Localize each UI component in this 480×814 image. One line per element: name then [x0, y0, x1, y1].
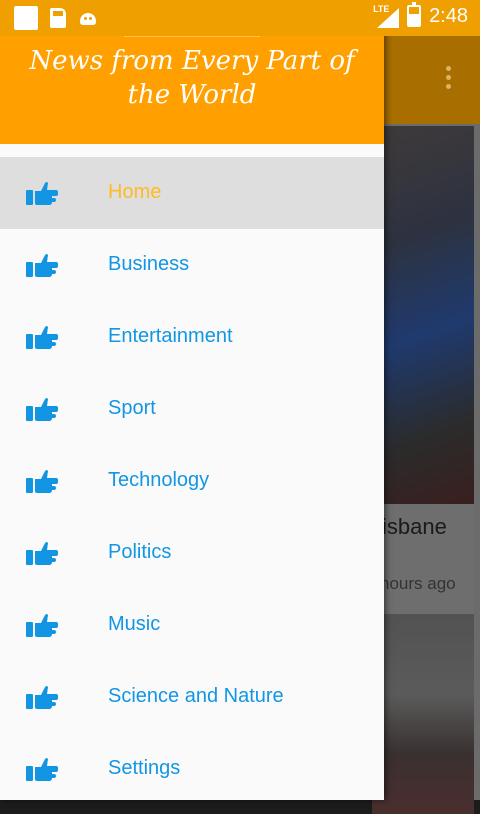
drawer-item-label: Entertainment: [108, 325, 233, 347]
news-headline: isbane: [382, 514, 447, 539]
thumbs-up-icon: [26, 469, 58, 493]
drawer-item-home[interactable]: Home: [0, 157, 384, 229]
drawer-item-technology[interactable]: Technology: [0, 445, 384, 517]
drawer-menu: Home Business Entertainment Sport Technology…: [0, 157, 384, 805]
clock: 2:48: [429, 4, 468, 27]
navigation-drawer: News from Every Part of the World Home Bu…: [0, 0, 384, 800]
drawer-item-settings[interactable]: Settings: [0, 733, 384, 805]
drawer-item-label: Business: [108, 253, 190, 275]
news-card-image-2[interactable]: [372, 614, 474, 814]
header-divider: [124, 36, 260, 37]
drawer-item-politics[interactable]: Politics: [0, 517, 384, 589]
android-icon: [78, 8, 98, 28]
drawer-item-label: Settings: [108, 757, 181, 779]
thumbs-up-icon: [26, 613, 58, 637]
drawer-item-label: Science and Nature: [108, 685, 284, 707]
thumbs-up-icon: [26, 325, 58, 349]
drawer-item-label: Sport: [108, 397, 156, 419]
drawer-item-label: Home: [108, 181, 162, 203]
drawer-item-entertainment[interactable]: Entertainment: [0, 301, 384, 373]
notification-icon: [14, 6, 38, 30]
signal-icon: LTE: [373, 4, 400, 28]
thumbs-up-icon: [26, 757, 58, 781]
sd-card-icon: [50, 8, 66, 28]
drawer-item-label: Politics: [108, 541, 172, 563]
thumbs-up-icon: [26, 253, 58, 277]
drawer-item-sport[interactable]: Sport: [0, 373, 384, 445]
drawer-item-label: Music: [108, 613, 161, 635]
thumbs-up-icon: [26, 685, 58, 709]
news-card-image[interactable]: [372, 126, 474, 504]
thumbs-up-icon: [26, 181, 58, 205]
drawer-title: News from Every Part of the World: [29, 46, 355, 110]
drawer-item-music[interactable]: Music: [0, 589, 384, 661]
news-age: hours ago: [380, 574, 456, 593]
overflow-menu-icon[interactable]: [446, 66, 452, 93]
drawer-item-label: Technology: [108, 469, 210, 491]
battery-icon: [407, 2, 422, 27]
drawer-item-science-and-nature[interactable]: Science and Nature: [0, 661, 384, 733]
thumbs-up-icon: [26, 397, 58, 421]
drawer-item-business[interactable]: Business: [0, 229, 384, 301]
status-bar: LTE 2:48: [0, 0, 480, 36]
thumbs-up-icon: [26, 541, 58, 565]
